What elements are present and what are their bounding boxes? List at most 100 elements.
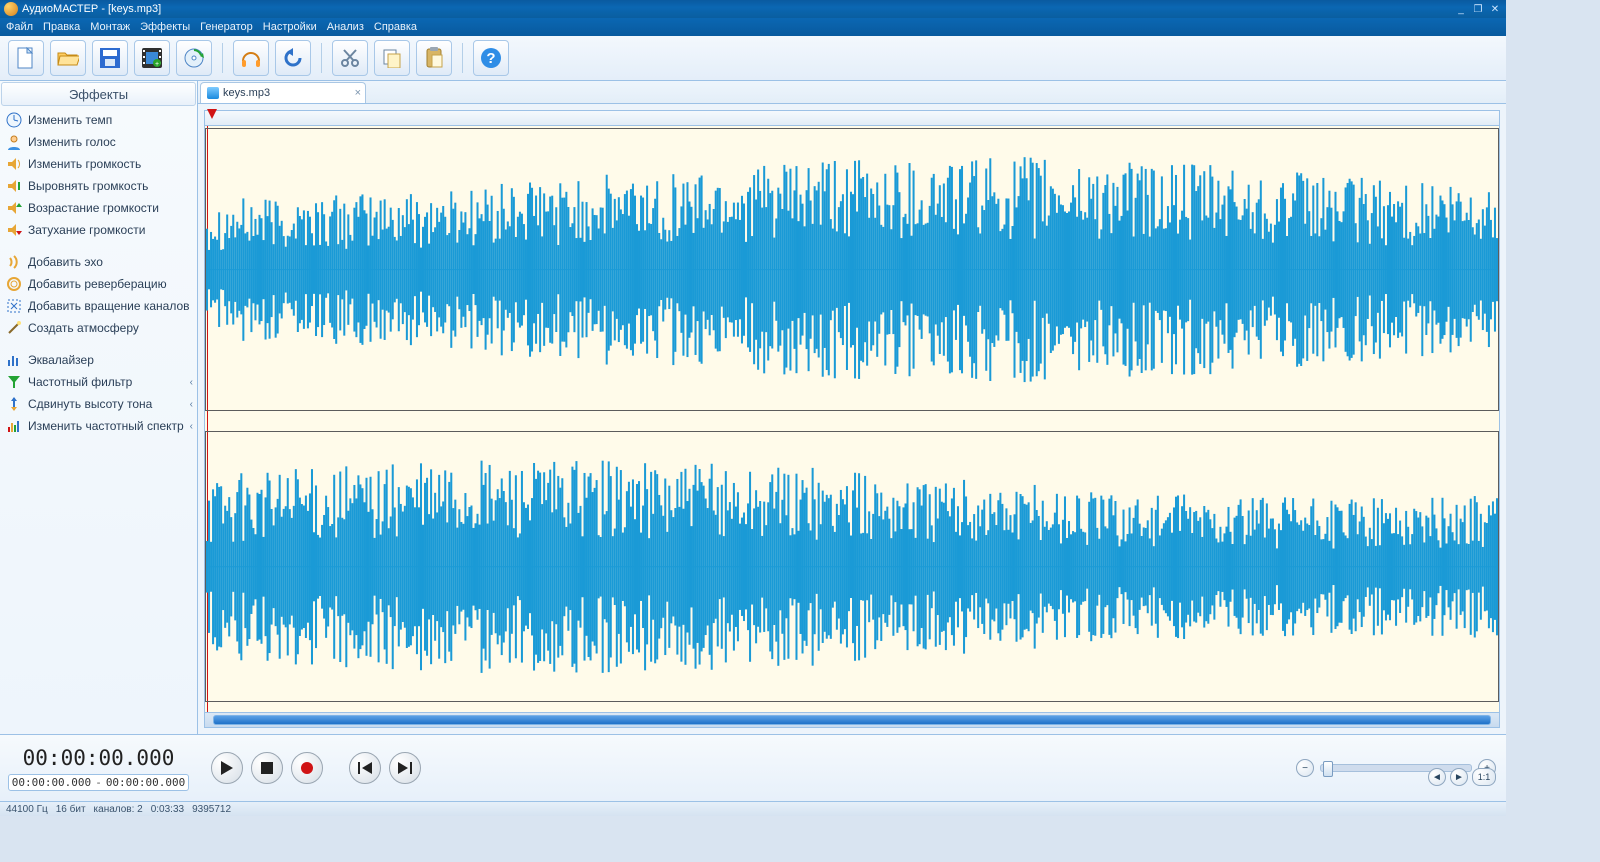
window-title: АудиоМАСТЕР - [keys.mp3] xyxy=(22,3,1454,15)
rotate-icon xyxy=(6,298,22,314)
effect-change-volume[interactable]: Изменить громкость xyxy=(0,153,197,175)
current-time: 00:00:00.000 xyxy=(23,746,175,770)
zoom-slider-knob[interactable] xyxy=(1323,761,1333,777)
time-block: 00:00:00.000 00:00:00.000 - 00:00:00.000 xyxy=(0,746,197,791)
effect-channel-rotation[interactable]: Добавить вращение каналов xyxy=(0,295,197,317)
svg-text:?: ? xyxy=(486,50,495,67)
sidebar-item-label: Добавить вращение каналов xyxy=(28,299,190,313)
floppy-icon xyxy=(100,48,120,68)
selection-start[interactable]: 00:00:00.000 xyxy=(12,776,91,789)
sidebar-item-label: Частотный фильтр xyxy=(28,375,132,389)
copy-icon xyxy=(382,48,402,68)
effect-frequency-filter[interactable]: Частотный фильтр ‹ xyxy=(0,371,197,393)
help-icon: ? xyxy=(480,47,502,69)
menu-edit[interactable]: Правка xyxy=(43,21,80,33)
waveform-area[interactable] xyxy=(204,110,1500,728)
scissors-icon xyxy=(340,48,360,68)
maximize-button[interactable]: ❐ xyxy=(1471,4,1485,15)
effect-change-voice[interactable]: Изменить голос xyxy=(0,131,197,153)
menu-effects[interactable]: Эффекты xyxy=(140,21,190,33)
effect-create-atmosphere[interactable]: Создать атмосферу xyxy=(0,317,197,339)
convert-button[interactable] xyxy=(176,40,212,76)
mix-button[interactable] xyxy=(233,40,269,76)
effect-change-spectrum[interactable]: Изменить частотный спектр ‹ xyxy=(0,415,197,437)
time-ruler[interactable] xyxy=(205,111,1499,126)
sidebar-list: Изменить темп Изменить голос Изменить гр… xyxy=(0,107,197,439)
help-button[interactable]: ? xyxy=(473,40,509,76)
tab-close-button[interactable]: × xyxy=(355,87,361,99)
waveform-channel-right[interactable] xyxy=(205,431,1499,703)
undo-button[interactable] xyxy=(275,40,311,76)
effect-fade-out[interactable]: Затухание громкости xyxy=(0,219,197,241)
waveform-channel-left[interactable] xyxy=(205,128,1499,411)
menu-file[interactable]: Файл xyxy=(6,21,33,33)
tab-label: keys.mp3 xyxy=(223,87,270,99)
menu-generator[interactable]: Генератор xyxy=(200,21,253,33)
effect-change-tempo[interactable]: Изменить темп xyxy=(0,109,197,131)
waveform-left-svg xyxy=(206,129,1498,410)
paste-button[interactable] xyxy=(416,40,452,76)
minimize-button[interactable]: _ xyxy=(1454,4,1468,15)
new-file-button[interactable] xyxy=(8,40,44,76)
file-new-icon xyxy=(16,47,36,69)
horizontal-scrollbar[interactable] xyxy=(205,712,1499,727)
sidebar-item-label: Создать атмосферу xyxy=(28,321,139,335)
zoom-out-button[interactable]: − xyxy=(1296,759,1314,777)
view-next-button[interactable]: ► xyxy=(1450,768,1468,786)
view-prev-button[interactable]: ◄ xyxy=(1428,768,1446,786)
effect-pitch-shift[interactable]: Сдвинуть высоту тона ‹ xyxy=(0,393,197,415)
echo-icon xyxy=(6,254,22,270)
video-import-button[interactable]: + xyxy=(134,40,170,76)
skip-start-button[interactable] xyxy=(349,752,381,784)
zoom-fit-button[interactable]: 1:1 xyxy=(1472,768,1496,786)
skip-end-button[interactable] xyxy=(389,752,421,784)
cut-button[interactable] xyxy=(332,40,368,76)
sidebar-item-label: Возрастание громкости xyxy=(28,201,159,215)
waveform-channels[interactable] xyxy=(205,126,1499,712)
cd-refresh-icon xyxy=(183,47,205,69)
stop-button[interactable] xyxy=(251,752,283,784)
app-icon xyxy=(4,2,18,16)
stop-icon xyxy=(261,762,273,774)
menu-montage[interactable]: Монтаж xyxy=(90,21,130,33)
sidebar-item-label: Изменить голос xyxy=(28,135,116,149)
speaker-eq-icon xyxy=(6,178,22,194)
skip-back-icon xyxy=(358,762,372,774)
status-duration: 0:03:33 xyxy=(151,804,184,815)
sidebar-item-label: Добавить реверберацию xyxy=(28,277,167,291)
sidebar-item-label: Сдвинуть высоту тона xyxy=(28,397,152,411)
speaker-up-icon xyxy=(6,200,22,216)
undo-icon xyxy=(282,48,304,68)
menu-analysis[interactable]: Анализ xyxy=(327,21,364,33)
menu-settings[interactable]: Настройки xyxy=(263,21,317,33)
open-file-button[interactable] xyxy=(50,40,86,76)
save-button[interactable] xyxy=(92,40,128,76)
status-sample-rate: 44100 Гц xyxy=(6,804,48,815)
status-channels: каналов: 2 xyxy=(94,804,143,815)
sidebar-header: Эффекты xyxy=(1,82,196,106)
pitch-icon xyxy=(6,396,22,412)
effect-equalizer[interactable]: Эквалайзер xyxy=(0,349,197,371)
effect-fade-in[interactable]: Возрастание громкости xyxy=(0,197,197,219)
copy-button[interactable] xyxy=(374,40,410,76)
effect-add-echo[interactable]: Добавить эхо xyxy=(0,251,197,273)
toolbar-separator xyxy=(321,43,322,73)
effect-add-reverb[interactable]: Добавить реверберацию xyxy=(0,273,197,295)
audio-file-icon xyxy=(207,87,219,99)
effects-sidebar: Эффекты Изменить темп Изменить голос Изм… xyxy=(0,81,198,734)
equalizer-icon xyxy=(6,352,22,368)
reverb-icon xyxy=(6,276,22,292)
effect-normalize-volume[interactable]: Выровнять громкость xyxy=(0,175,197,197)
menu-help[interactable]: Справка xyxy=(374,21,417,33)
record-button[interactable] xyxy=(291,752,323,784)
selection-end[interactable]: 00:00:00.000 xyxy=(106,776,185,789)
toolbar-separator xyxy=(462,43,463,73)
scrollbar-thumb[interactable] xyxy=(213,715,1491,725)
play-button[interactable] xyxy=(211,752,243,784)
file-tab[interactable]: keys.mp3 × xyxy=(200,82,366,103)
playhead-marker[interactable] xyxy=(207,109,217,119)
status-bit-depth: 16 бит xyxy=(56,804,86,815)
sidebar-item-label: Выровнять громкость xyxy=(28,179,148,193)
close-window-button[interactable]: ✕ xyxy=(1488,4,1502,15)
skip-forward-icon xyxy=(398,762,412,774)
